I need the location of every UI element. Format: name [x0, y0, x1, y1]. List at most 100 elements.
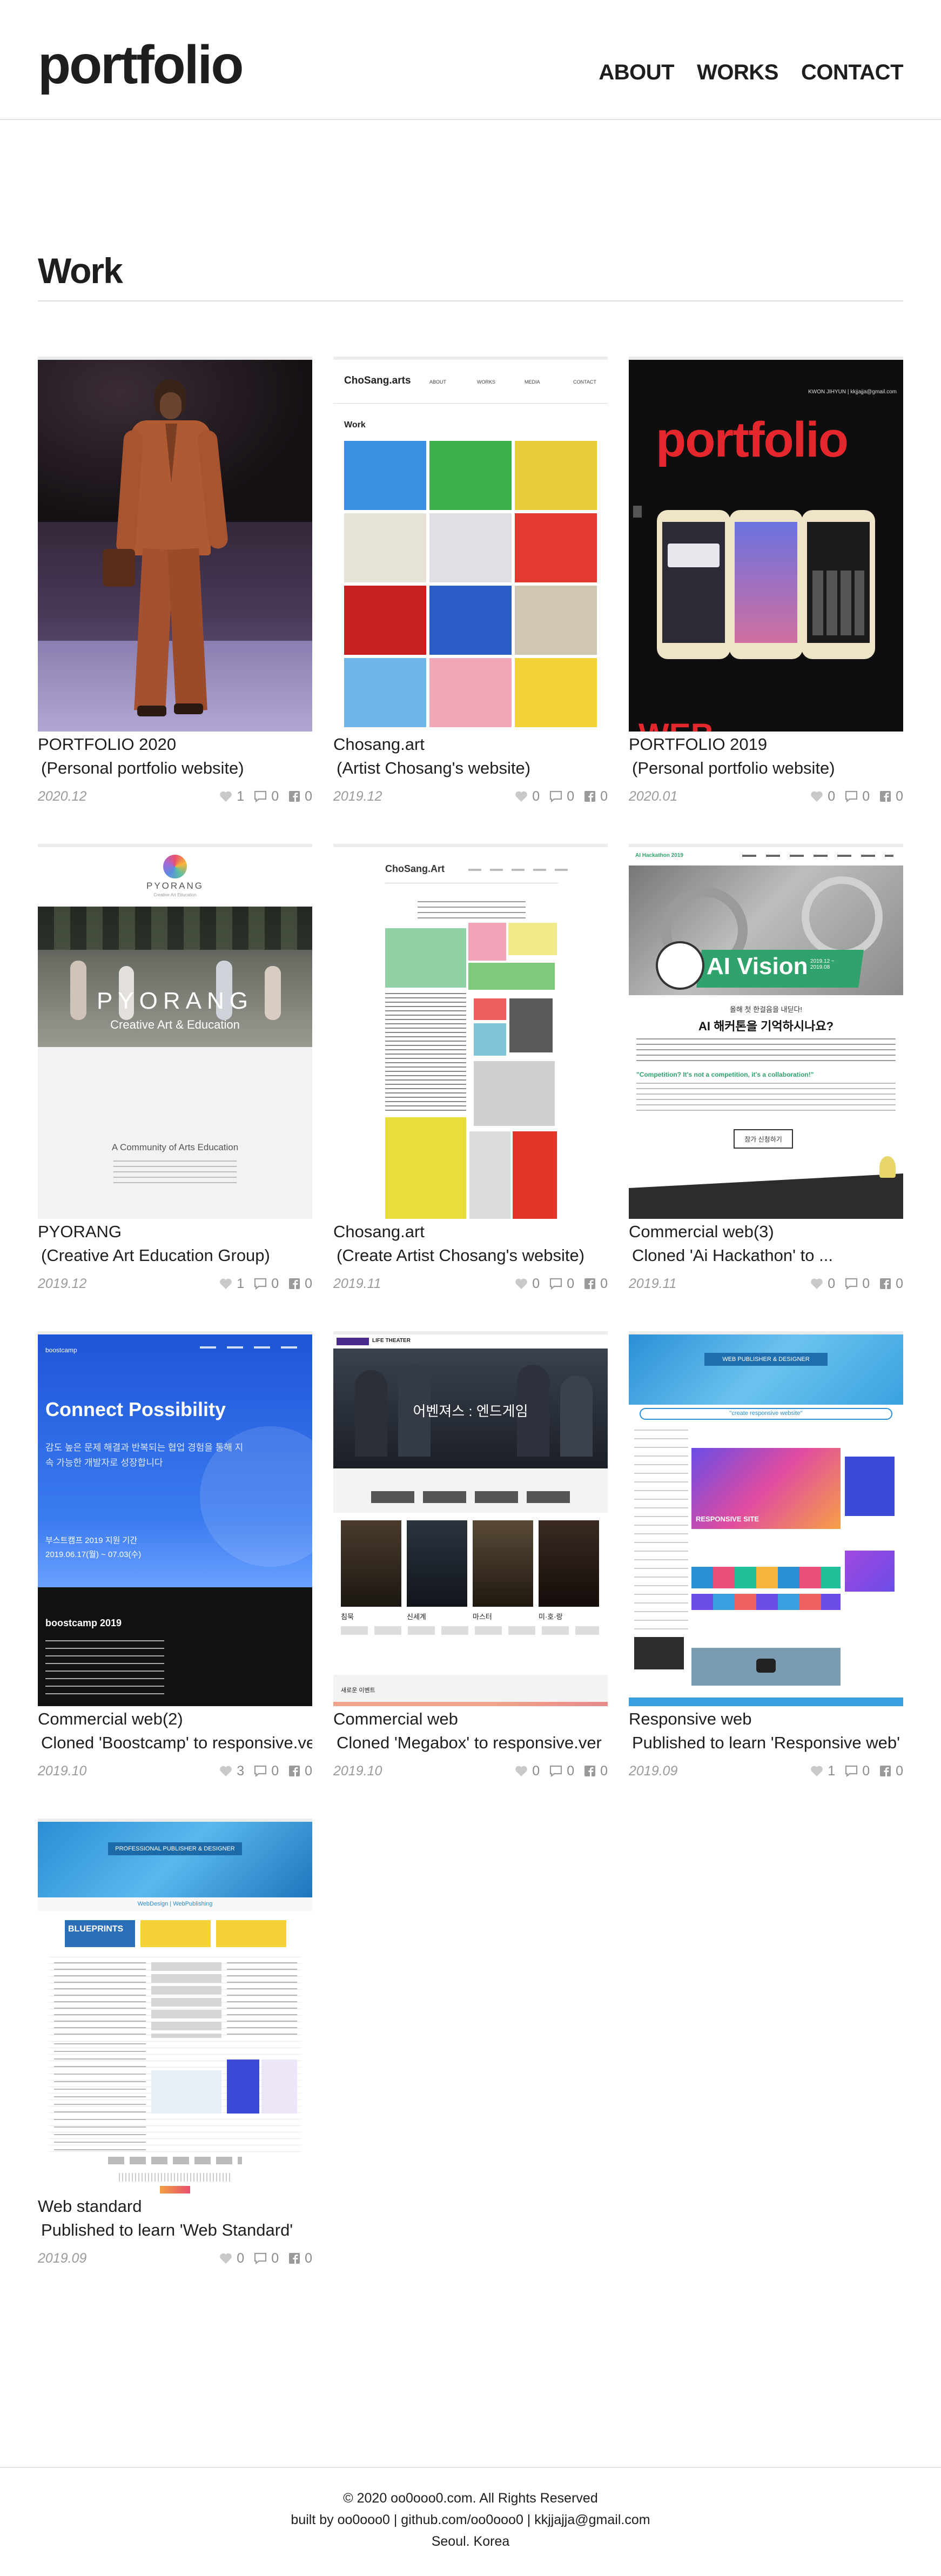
- work-stats: 0 0 0: [515, 1276, 608, 1292]
- share-stat[interactable]: 0: [288, 1763, 312, 1779]
- work-date: 2019.10: [333, 1763, 382, 1779]
- like-stat[interactable]: 0: [515, 789, 540, 804]
- share-stat[interactable]: 0: [288, 1276, 312, 1292]
- like-stat[interactable]: 0: [219, 2251, 244, 2266]
- work-subtitle: (Creative Art Education Group): [41, 1246, 270, 1265]
- work-subtitle: (Personal portfolio website): [632, 759, 835, 777]
- nav-contact-link[interactable]: CONTACT: [801, 61, 904, 85]
- comment-icon: [845, 790, 858, 802]
- heart-icon: [811, 791, 823, 802]
- thumb-heading: Work: [344, 420, 366, 430]
- main-nav: ABOUT WORKS CONTACT: [599, 61, 903, 85]
- work-subtitle: (Artist Chosang's website): [337, 759, 531, 777]
- work-meta: 2019.10 0 0 0: [333, 1762, 608, 1780]
- hero-subtitle: Creative Art & Education: [110, 1018, 240, 1031]
- location-text: Seoul. Korea: [431, 2534, 510, 2549]
- hero-poster: 어벤져스 : 엔드게임: [333, 1349, 608, 1468]
- comment-icon: [254, 1765, 267, 1777]
- work-stats: 1 0 0: [219, 1276, 312, 1292]
- share-stat[interactable]: 0: [879, 1763, 903, 1779]
- work-card[interactable]: PORTFOLIO 2020 (Personal portfolio websi…: [38, 357, 312, 805]
- hero-title: 어벤져스 : 엔드게임: [413, 1403, 528, 1419]
- share-stat[interactable]: 0: [879, 789, 903, 804]
- work-stats: 3 0 0: [219, 1763, 312, 1779]
- work-card[interactable]: WEB PUBLISHER & DESIGNER "create respons…: [629, 1331, 903, 1780]
- work-thumbnail[interactable]: WEB PUBLISHER & DESIGNER "create respons…: [629, 1331, 903, 1706]
- like-stat[interactable]: 0: [810, 789, 835, 804]
- like-stat[interactable]: 0: [515, 1276, 540, 1292]
- like-stat[interactable]: 1: [810, 1763, 835, 1779]
- like-stat[interactable]: 3: [219, 1763, 244, 1779]
- section-title: Work: [38, 251, 123, 291]
- work-title[interactable]: PORTFOLIO 2020: [38, 733, 312, 756]
- work-thumbnail[interactable]: PROFESSIONAL PUBLISHER & DESIGNER WebDes…: [38, 1819, 312, 2193]
- like-stat[interactable]: 1: [219, 1276, 244, 1292]
- like-stat[interactable]: 0: [810, 1276, 835, 1292]
- thumb-brand: AI Hackathon 2019: [635, 853, 683, 858]
- thumb-nav-item: WORKS: [477, 379, 496, 385]
- share-stat[interactable]: 0: [879, 1276, 903, 1292]
- work-title[interactable]: Commercial web(3): [629, 1220, 903, 1244]
- work-title[interactable]: Commercial web(2): [38, 1707, 312, 1731]
- work-card[interactable]: ChoSang.Art Chosang.art (Create Artist C…: [333, 844, 608, 1292]
- work-title[interactable]: Chosang.art: [333, 1220, 608, 1244]
- heart-icon: [811, 1278, 823, 1289]
- work-thumbnail[interactable]: [38, 357, 312, 732]
- thumb-brand: ChoSang.Art: [385, 863, 445, 874]
- work-subtitle: Cloned 'Ai Hackathon' to ...: [632, 1246, 833, 1265]
- comment-stat[interactable]: 0: [845, 1276, 870, 1292]
- work-title[interactable]: Commercial web: [333, 1707, 608, 1731]
- comment-stat[interactable]: 0: [845, 1763, 870, 1779]
- work-title[interactable]: Web standard: [38, 2195, 312, 2218]
- work-thumbnail[interactable]: ChoSang.arts ABOUT WORKS MEDIA CONTACT W…: [333, 357, 608, 732]
- work-card[interactable]: KWON JIHYUN | kkjjajja@gmail.com portfol…: [629, 357, 903, 805]
- work-thumbnail[interactable]: boostcamp Connect Possibility 감도 높은 문제 해…: [38, 1331, 312, 1706]
- like-stat[interactable]: 0: [515, 1763, 540, 1779]
- work-card[interactable]: LIFE THEATER 어벤져스 : 엔드게임 침묵 신세계 마스터 미·호·…: [333, 1331, 608, 1780]
- share-stat[interactable]: 0: [584, 789, 608, 804]
- nav-works-link[interactable]: WORKS: [697, 61, 778, 85]
- work-card[interactable]: PROFESSIONAL PUBLISHER & DESIGNER WebDes…: [38, 1819, 312, 2267]
- work-card[interactable]: AI Hackathon 2019 AI Vision 2019.12 ~ 20…: [629, 844, 903, 1292]
- work-title[interactable]: Chosang.art: [333, 733, 608, 756]
- facebook-icon: [584, 791, 596, 802]
- share-stat[interactable]: 0: [584, 1276, 608, 1292]
- work-date: 2020.12: [38, 788, 87, 804]
- comment-stat[interactable]: 0: [254, 1763, 279, 1779]
- comment-stat[interactable]: 0: [254, 2251, 279, 2266]
- work-title[interactable]: Responsive web: [629, 1707, 903, 1731]
- nav-about-link[interactable]: ABOUT: [599, 61, 674, 85]
- comment-stat[interactable]: 0: [549, 789, 574, 804]
- share-stat[interactable]: 0: [584, 1763, 608, 1779]
- work-thumbnail[interactable]: AI Hackathon 2019 AI Vision 2019.12 ~ 20…: [629, 844, 903, 1219]
- comment-stat[interactable]: 0: [254, 789, 279, 804]
- work-thumbnail[interactable]: ChoSang.Art: [333, 844, 608, 1219]
- thumb-logo-sub: Creative Art Education: [153, 893, 197, 897]
- work-stats: 1 0 0: [810, 1763, 903, 1779]
- work-card[interactable]: ChoSang.arts ABOUT WORKS MEDIA CONTACT W…: [333, 357, 608, 805]
- share-stat[interactable]: 0: [288, 789, 312, 804]
- work-meta: 2020.01 0 0 0: [629, 788, 903, 805]
- like-stat[interactable]: 1: [219, 789, 244, 804]
- comment-stat[interactable]: 0: [254, 1276, 279, 1292]
- comment-icon: [254, 2252, 267, 2264]
- comment-stat[interactable]: 0: [549, 1276, 574, 1292]
- site-logo[interactable]: portfolio: [38, 38, 244, 92]
- facebook-icon: [880, 1278, 891, 1289]
- pyorang-logo-icon: [163, 855, 187, 878]
- work-thumbnail[interactable]: PYORANG Creative Art Education PYORANG C…: [38, 844, 312, 1219]
- comment-stat[interactable]: 0: [845, 789, 870, 804]
- work-subtitle: Published to learn 'Responsive web': [632, 1733, 900, 1752]
- thumb-cta: 참가 신청하기: [744, 1136, 782, 1143]
- work-card[interactable]: boostcamp Connect Possibility 감도 높은 문제 해…: [38, 1331, 312, 1780]
- hero-title: PYORANG: [96, 988, 254, 1014]
- heart-icon: [220, 791, 232, 802]
- work-thumbnail[interactable]: LIFE THEATER 어벤져스 : 엔드게임 침묵 신세계 마스터 미·호·…: [333, 1331, 608, 1706]
- work-card[interactable]: PYORANG Creative Art Education PYORANG C…: [38, 844, 312, 1292]
- comment-stat[interactable]: 0: [549, 1763, 574, 1779]
- work-subtitle: (Personal portfolio website): [41, 759, 244, 777]
- work-thumbnail[interactable]: KWON JIHYUN | kkjjajja@gmail.com portfol…: [629, 357, 903, 732]
- work-title[interactable]: PORTFOLIO 2019: [629, 733, 903, 756]
- share-stat[interactable]: 0: [288, 2251, 312, 2266]
- work-title[interactable]: PYORANG: [38, 1220, 312, 1244]
